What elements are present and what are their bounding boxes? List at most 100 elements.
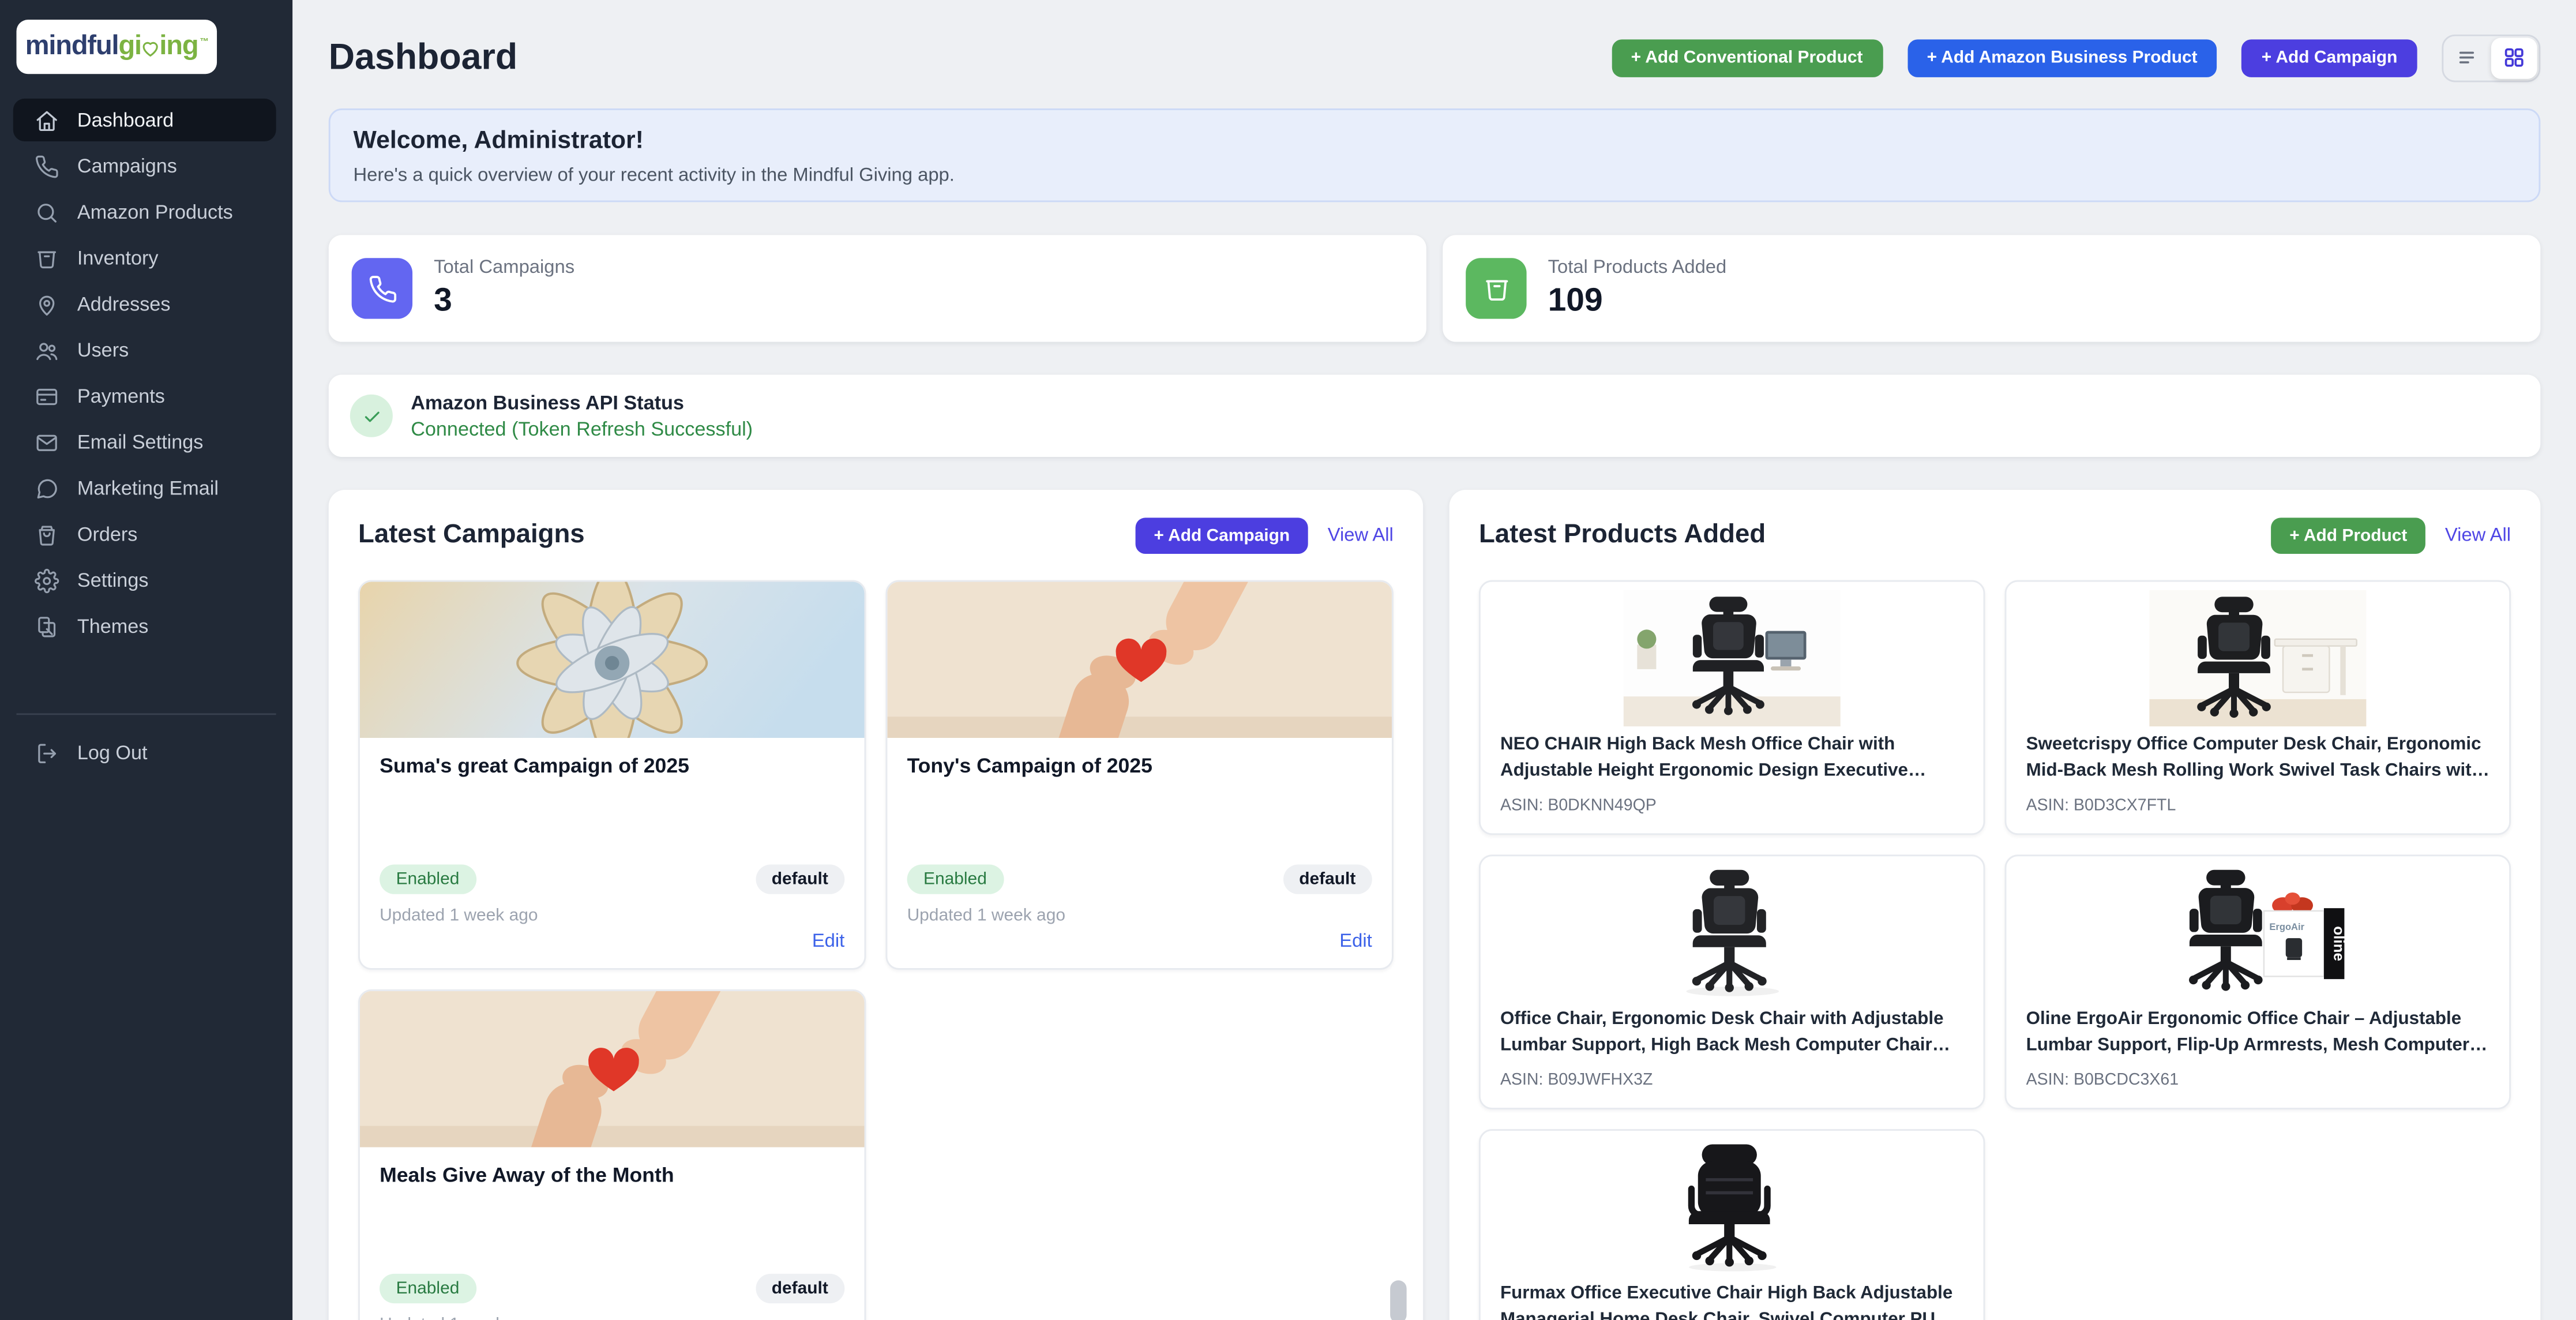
products-view-all-link[interactable]: View All	[2445, 526, 2511, 546]
sidebar-item-inventory[interactable]: Inventory	[13, 237, 276, 279]
products-panel-actions: + Add Product View All	[2271, 518, 2511, 554]
product-title: NEO CHAIR High Back Mesh Office Chair wi…	[1500, 733, 1963, 786]
sidebar-item-label: Email Settings	[77, 430, 204, 453]
view-mode-toggle	[2442, 33, 2540, 81]
sidebar-item-label: Themes	[77, 614, 149, 638]
tag-badge: default	[1283, 864, 1372, 894]
product-cards-grid: NEO CHAIR High Back Mesh Office Chair wi…	[1479, 580, 2511, 1320]
mail-icon	[35, 430, 59, 455]
product-title: Office Chair, Ergonomic Desk Chair with …	[1500, 1007, 1963, 1060]
topbar-actions: + Add Conventional Product + Add Amazon B…	[1611, 33, 2540, 81]
product-card[interactable]: Sweetcrispy Office Computer Desk Chair, …	[2005, 580, 2511, 835]
campaign-card[interactable]: Tony's Campaign of 2025 Enabled default …	[886, 580, 1394, 970]
add-campaign-button[interactable]: + Add Campaign	[1136, 518, 1308, 554]
sidebar-item-addresses[interactable]: Addresses	[13, 283, 276, 325]
campaign-card[interactable]: Suma's great Campaign of 2025 Enabled de…	[358, 580, 866, 970]
page-title: Dashboard	[329, 36, 517, 79]
add-product-button[interactable]: + Add Product	[2271, 518, 2425, 554]
product-card[interactable]: oline ErgoAir Oline ErgoAir Ergonomic Of…	[2005, 854, 2511, 1109]
sidebar-item-payments[interactable]: Payments	[13, 375, 276, 418]
sidebar-item-marketing-email[interactable]: Marketing Email	[13, 467, 276, 509]
sidebar-footer: Log Out	[0, 687, 292, 774]
welcome-subtitle: Here's a quick overview of your recent a…	[354, 166, 2516, 186]
status-badge: Enabled	[380, 864, 476, 894]
sidebar-item-label: Campaigns	[77, 155, 177, 178]
status-badge: Enabled	[907, 864, 1004, 894]
api-status-value: Connected (Token Refresh Successful)	[411, 418, 753, 441]
updated-timestamp: Updated 1 week ago	[380, 906, 844, 925]
list-view-icon	[2457, 46, 2480, 69]
product-title: Oline ErgoAir Ergonomic Office Chair – A…	[2026, 1007, 2489, 1060]
campaigns-panel-title: Latest Campaigns	[358, 521, 1136, 550]
sweetcrispy-chair-photo	[2006, 582, 2509, 726]
scrollbar-thumb[interactable]	[1390, 1280, 1406, 1320]
inventory-icon	[1481, 273, 1511, 303]
inventory-icon	[35, 246, 59, 271]
campaign-title: Tony's Campaign of 2025	[907, 755, 1372, 778]
logo-text: mindfulgiing™	[25, 31, 208, 62]
status-check-badge	[350, 395, 393, 437]
sidebar-item-label: Addresses	[77, 292, 171, 316]
sidebar-item-campaigns[interactable]: Campaigns	[13, 145, 276, 187]
stat-label: Total Products Added	[1548, 257, 1727, 277]
product-asin: ASIN: B0D3CX7FTL	[2026, 797, 2489, 815]
mesh-chair-photo	[1481, 856, 1984, 1001]
themes-icon	[35, 614, 59, 639]
product-card[interactable]: NEO CHAIR High Back Mesh Office Chair wi…	[1479, 580, 1985, 835]
stat-card-total-products-added: Total Products Added 109	[1443, 235, 2540, 342]
check-icon	[361, 405, 382, 426]
users-icon	[35, 337, 59, 362]
grid-view-icon	[2503, 46, 2526, 69]
edit-link[interactable]: Edit	[1339, 932, 1372, 951]
sidebar-item-label: Orders	[77, 523, 138, 546]
main-content: Dashboard + Add Conventional Product+ Ad…	[292, 0, 2576, 1320]
app-logo[interactable]: mindfulgiing™	[16, 20, 217, 74]
tag-badge: default	[755, 1274, 844, 1303]
status-badge: Enabled	[380, 1274, 476, 1303]
api-status-title: Amazon Business API Status	[411, 391, 753, 414]
add-campaign-button[interactable]: + Add Campaign	[2242, 39, 2417, 77]
product-card[interactable]: Furmax Office Executive Chair High Back …	[1479, 1129, 1985, 1320]
sidebar-item-email-settings[interactable]: Email Settings	[13, 421, 276, 463]
neo-chair-photo	[1481, 582, 1984, 726]
topbar-buttons: + Add Conventional Product + Add Amazon B…	[1611, 39, 2417, 77]
sidebar-item-users[interactable]: Users	[13, 329, 276, 372]
list-view-button[interactable]	[2445, 37, 2491, 78]
credit-card-icon	[35, 384, 59, 408]
logout-icon	[35, 740, 59, 765]
api-status-card: Amazon Business API Status Connected (To…	[329, 375, 2541, 457]
products-panel-title: Latest Products Added	[1479, 521, 2271, 550]
campaign-title: Meals Give Away of the Month	[380, 1164, 844, 1187]
campaigns-view-all-link[interactable]: View All	[1328, 526, 1394, 546]
grid-view-button[interactable]	[2491, 37, 2537, 78]
sidebar-item-dashboard[interactable]: Dashboard	[13, 99, 276, 141]
campaign-cards-grid: Suma's great Campaign of 2025 Enabled de…	[358, 580, 1394, 1320]
flower-photo	[360, 582, 865, 738]
inventory-icon-badge	[1466, 258, 1526, 318]
oline-chair-photo: oline ErgoAir	[2006, 856, 2509, 1001]
sidebar-item-label: Amazon Products	[77, 201, 233, 224]
product-asin: ASIN: B09JWFHX3Z	[1500, 1071, 1963, 1089]
welcome-banner: Welcome, Administrator! Here's a quick o…	[329, 108, 2541, 202]
products-panel-header: Latest Products Added + Add Product View…	[1479, 511, 2511, 560]
product-card[interactable]: Office Chair, Ergonomic Desk Chair with …	[1479, 854, 1985, 1109]
product-title: Furmax Office Executive Chair High Back …	[1500, 1282, 1963, 1320]
phone-icon-badge	[352, 258, 412, 318]
sidebar-nav: Dashboard Campaigns Amazon Products Inve…	[0, 95, 292, 647]
sidebar-item-amazon-products[interactable]: Amazon Products	[13, 190, 276, 233]
heart-icon	[140, 38, 161, 59]
stat-value: 3	[434, 282, 574, 320]
sidebar-item-themes[interactable]: Themes	[13, 605, 276, 647]
campaigns-panel-header: Latest Campaigns + Add Campaign View All	[358, 511, 1394, 560]
add-amazon-business-product-button[interactable]: + Add Amazon Business Product	[1907, 39, 2217, 77]
dashboard-page: mindfulgiing™ Dashboard Campaigns Amazon…	[0, 0, 2576, 1320]
edit-link[interactable]: Edit	[812, 932, 844, 951]
campaign-card[interactable]: Meals Give Away of the Month Enabled def…	[358, 989, 866, 1320]
gear-icon	[35, 568, 59, 592]
sidebar-item-log-out[interactable]: Log Out	[13, 732, 276, 774]
sidebar-item-settings[interactable]: Settings	[13, 559, 276, 602]
stat-label: Total Campaigns	[434, 257, 574, 277]
sidebar-item-orders[interactable]: Orders	[13, 513, 276, 556]
add-conventional-product-button[interactable]: + Add Conventional Product	[1611, 39, 1882, 77]
sidebar-item-label: Payments	[77, 385, 165, 408]
